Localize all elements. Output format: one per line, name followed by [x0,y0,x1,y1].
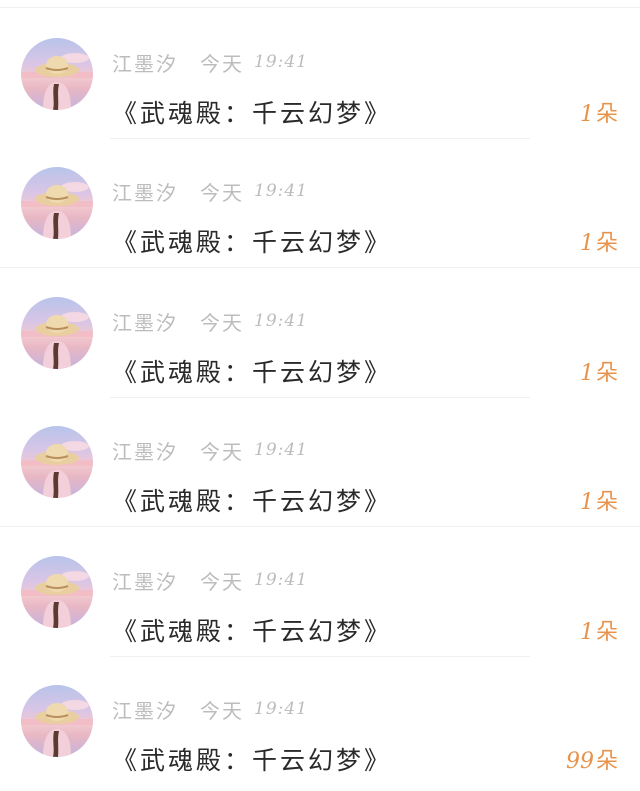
avatar-girl-straw-hat-icon [21,441,93,498]
gift-count: 1朵 [580,484,618,516]
sender-name[interactable]: 江墨汐 [112,695,178,724]
divider [0,526,640,527]
message-day: 今天 [200,180,244,205]
message-day: 今天 [200,698,244,723]
list-item[interactable]: 江墨汐 今天 19:41 《武魂殿：千云幻梦》 1朵 [0,398,640,528]
gift-count-unit: 朵 [595,749,618,774]
message-text: 《武魂殿：千云幻梦》 [112,487,393,516]
sender-name[interactable]: 江墨汐 [112,177,178,206]
gift-count-unit: 朵 [595,102,618,127]
message-day: 今天 [200,569,244,594]
gift-count: 1朵 [580,225,618,257]
message-text: 《武魂殿：千云幻梦》 [112,746,393,775]
message-text: 《武魂殿：千云幻梦》 [112,617,393,646]
avatar-girl-straw-hat-icon [21,571,93,628]
list-item[interactable]: 江墨汐 今天 19:41 《武魂殿：千云幻梦》 99朵 [0,657,640,787]
avatar-girl-straw-hat-icon [21,312,93,369]
message-time: 19:41 [254,699,308,719]
gift-message-list: 江墨汐 今天 19:41 《武魂殿：千云幻梦》 1朵 江墨汐 今天 19:41 [0,0,640,791]
avatar[interactable] [21,685,93,757]
gift-count-unit: 朵 [595,620,618,645]
message-meta: 江墨汐 今天 19:41 [112,436,308,465]
message-text: 《武魂殿：千云幻梦》 [112,358,393,387]
list-item[interactable]: 江墨汐 今天 19:41 《武魂殿：千云幻梦》 1朵 [0,10,640,140]
gift-count: 99朵 [566,743,618,775]
sender-name[interactable]: 江墨汐 [112,307,178,336]
gift-count-number: 1 [579,490,594,515]
message-time: 19:41 [254,570,308,590]
message-time: 19:41 [254,440,308,460]
avatar[interactable] [21,167,93,239]
sender-name[interactable]: 江墨汐 [112,566,178,595]
gift-count: 1朵 [580,355,618,387]
message-meta: 江墨汐 今天 19:41 [112,177,308,206]
message-text: 《武魂殿：千云幻梦》 [112,228,393,257]
gift-count-number: 99 [565,749,594,774]
gift-count: 1朵 [580,96,618,128]
message-day: 今天 [200,439,244,464]
gift-count-number: 1 [579,231,594,256]
avatar[interactable] [21,297,93,369]
divider [0,267,640,268]
avatar[interactable] [21,38,93,110]
avatar-girl-straw-hat-icon [21,700,93,757]
gift-count-unit: 朵 [595,490,618,515]
message-time: 19:41 [254,181,308,201]
gift-count-number: 1 [579,620,594,645]
divider [0,7,640,8]
gift-count-unit: 朵 [595,231,618,256]
list-item[interactable]: 江墨汐 今天 19:41 《武魂殿：千云幻梦》 1朵 [0,528,640,658]
gift-count-unit: 朵 [595,361,618,386]
message-time: 19:41 [254,311,308,331]
message-meta: 江墨汐 今天 19:41 [112,48,308,77]
message-day: 今天 [200,51,244,76]
message-meta: 江墨汐 今天 19:41 [112,566,308,595]
message-meta: 江墨汐 今天 19:41 [112,307,308,336]
avatar-girl-straw-hat-icon [21,182,93,239]
gift-count-number: 1 [579,102,594,127]
message-meta: 江墨汐 今天 19:41 [112,695,308,724]
message-day: 今天 [200,310,244,335]
gift-count-number: 1 [579,361,594,386]
list-item[interactable]: 江墨汐 今天 19:41 《武魂殿：千云幻梦》 1朵 [0,269,640,399]
message-time: 19:41 [254,52,308,72]
avatar[interactable] [21,556,93,628]
message-text: 《武魂殿：千云幻梦》 [112,99,393,128]
gift-count: 1朵 [580,614,618,646]
list-item[interactable]: 江墨汐 今天 19:41 《武魂殿：千云幻梦》 1朵 [0,139,640,269]
avatar-girl-straw-hat-icon [21,53,93,110]
sender-name[interactable]: 江墨汐 [112,48,178,77]
sender-name[interactable]: 江墨汐 [112,436,178,465]
avatar[interactable] [21,426,93,498]
